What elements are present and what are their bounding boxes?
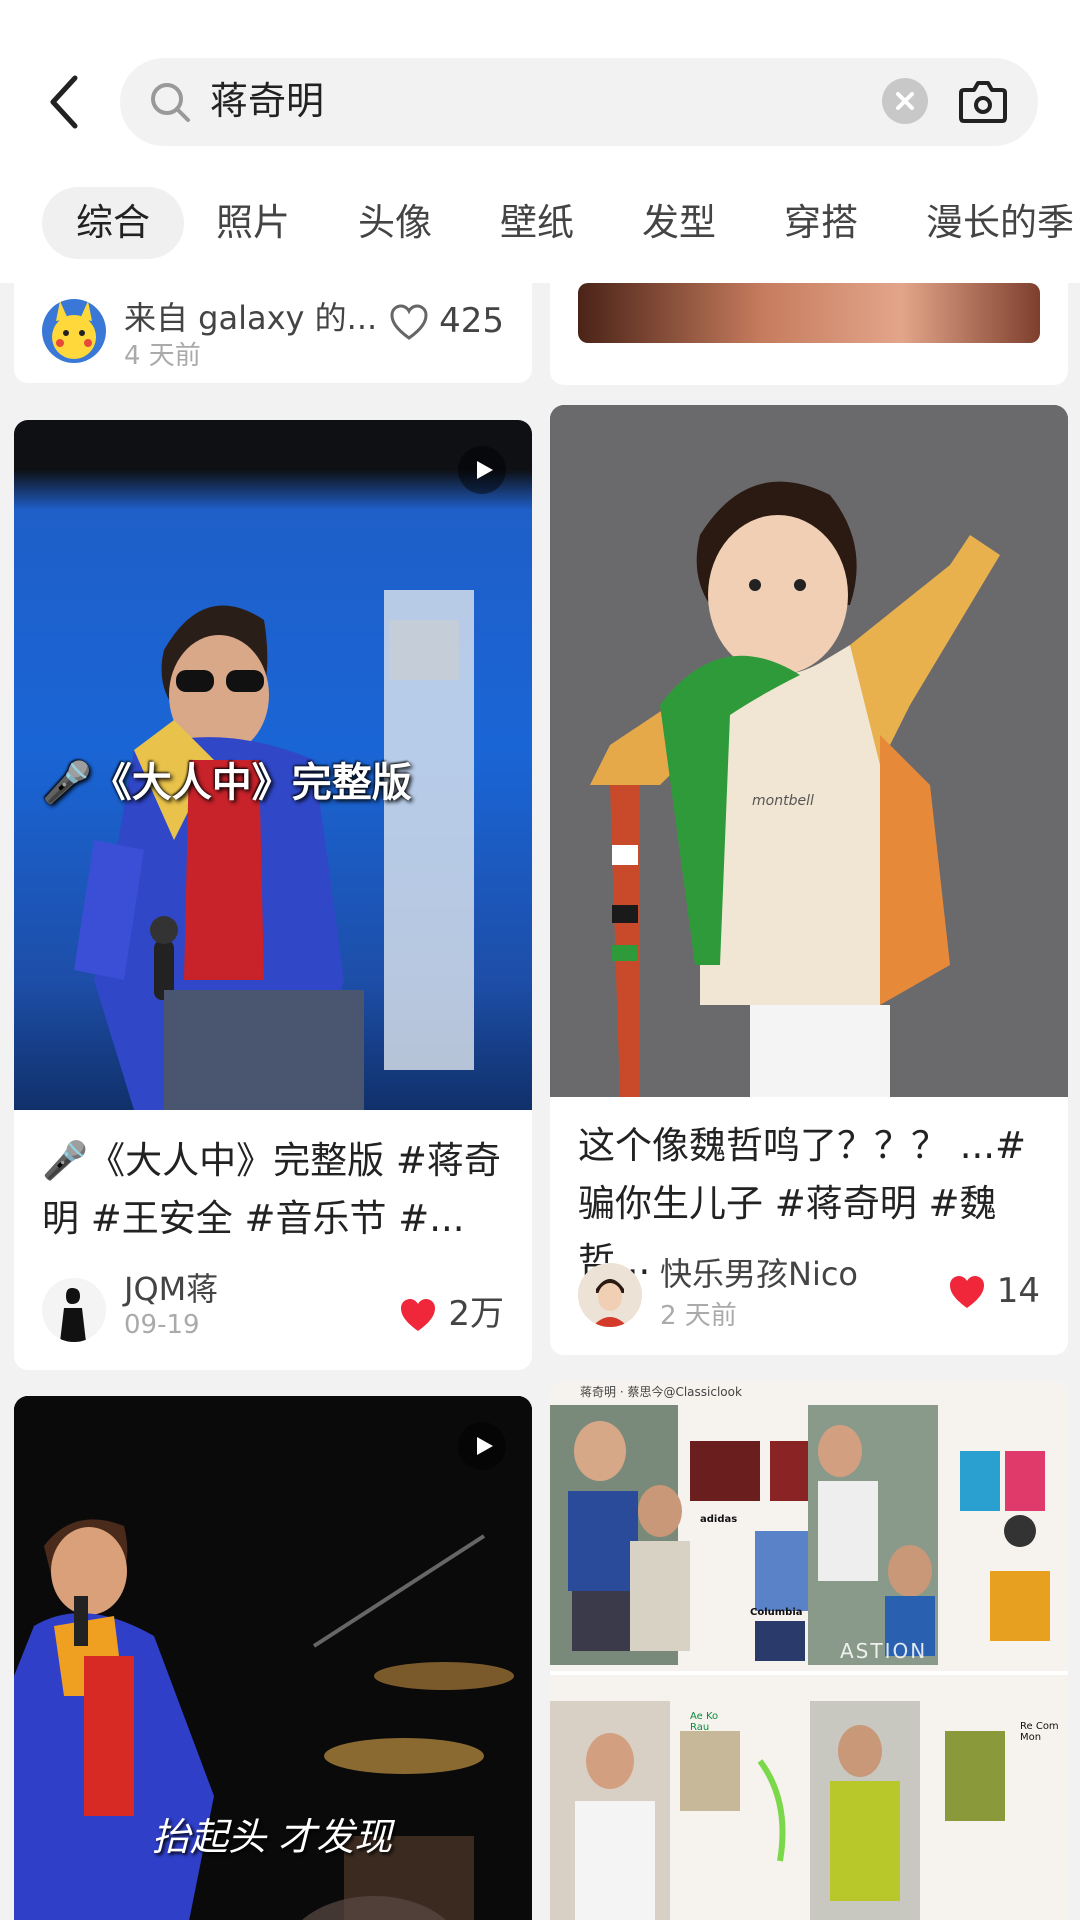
results-feed[interactable]: 来自 galaxy 的... 4 天前 425 🎤《大人中》完整版 🎤《大人中》… xyxy=(0,283,1080,1920)
cover-image: 🎤《大人中》完整版 xyxy=(14,420,532,1110)
tab-hairstyles[interactable]: 发型 xyxy=(642,187,716,259)
video-overlay-text: 抬起头 才发现 xyxy=(152,1815,393,1859)
note-card[interactable]: montbell 这个像魏哲鸣了？？？ ...#骗你生儿子 #蒋奇明 #魏哲..… xyxy=(550,405,1068,1355)
like-count[interactable]: 2万 xyxy=(398,1286,504,1336)
heart-filled-icon xyxy=(949,1275,984,1308)
cover-image xyxy=(578,283,1040,343)
tab-avatars[interactable]: 头像 xyxy=(358,187,432,259)
tab-outfits[interactable]: 穿搭 xyxy=(784,187,858,259)
tab-wallpapers[interactable]: 壁纸 xyxy=(500,187,574,259)
heart-outline-icon xyxy=(390,303,428,340)
cover-image: 抬起头 才发现 xyxy=(14,1396,532,1920)
note-title: 🎤《大人中》完整版 #蒋奇明 #王安全 #音乐节 #... xyxy=(42,1139,501,1240)
avatar xyxy=(42,299,106,363)
cover-image: 蒋奇明 · 蔡思今@Classiclook Columbia adidas Re… xyxy=(550,1381,1068,1920)
video-card[interactable]: 抬起头 才发现 xyxy=(14,1396,532,1920)
collage-header: 蒋奇明 · 蔡思今@Classiclook xyxy=(580,1385,742,1399)
avatar xyxy=(42,1278,106,1342)
play-icon xyxy=(458,446,506,494)
like-count[interactable]: 14 xyxy=(947,1271,1040,1313)
cover-image: montbell xyxy=(550,405,1068,1097)
search-bar[interactable]: 蒋奇明 xyxy=(120,58,1038,146)
shirt-logo: montbell xyxy=(752,793,814,809)
collage-stamp: ASTION xyxy=(840,1639,928,1663)
avatar xyxy=(578,1263,642,1327)
tab-zonghe[interactable]: 综合 xyxy=(42,187,184,259)
brand-aekorau: Ae Ko Rau xyxy=(690,1711,719,1733)
brand-columbia: Columbia xyxy=(750,1607,803,1618)
clear-icon[interactable] xyxy=(882,78,928,124)
search-icon xyxy=(148,80,192,124)
top-bar: 蒋奇明 xyxy=(0,0,1080,166)
video-card[interactable]: 🎤《大人中》完整版 🎤《大人中》完整版 #蒋奇明 #王安全 #音乐节 #... … xyxy=(14,420,532,1370)
back-icon[interactable] xyxy=(45,72,81,132)
search-input[interactable]: 蒋奇明 xyxy=(210,76,324,126)
note-card[interactable]: 来自 galaxy 的... 4 天前 425 xyxy=(14,283,532,383)
video-overlay-text: 🎤《大人中》完整版 xyxy=(42,759,412,806)
play-icon xyxy=(458,1422,506,1470)
tab-long-season[interactable]: 漫长的季 xyxy=(926,187,1074,259)
post-date: 4 天前 xyxy=(124,341,201,371)
post-date: 09-19 xyxy=(124,1310,200,1340)
note-card[interactable]: 蒋奇明 · 蔡思今@Classiclook Columbia adidas Re… xyxy=(550,1381,1068,1920)
brand-adidas: adidas xyxy=(700,1514,738,1525)
like-count[interactable]: 425 xyxy=(389,301,504,343)
camera-icon[interactable] xyxy=(958,78,1008,124)
brand-recommon: Re Com Mon xyxy=(1020,1721,1059,1743)
author-name: JQM蒋 xyxy=(124,1270,219,1308)
author-name: 来自 galaxy 的... xyxy=(124,299,378,337)
author-name: 快乐男孩Nico xyxy=(660,1255,859,1293)
note-card[interactable] xyxy=(550,283,1068,385)
post-date: 2 天前 xyxy=(660,1301,737,1331)
tab-photos[interactable]: 照片 xyxy=(216,187,290,259)
heart-filled-icon xyxy=(401,1298,436,1331)
category-tabs: 综合 照片 头像 壁纸 发型 穿搭 漫长的季 xyxy=(0,165,1080,283)
